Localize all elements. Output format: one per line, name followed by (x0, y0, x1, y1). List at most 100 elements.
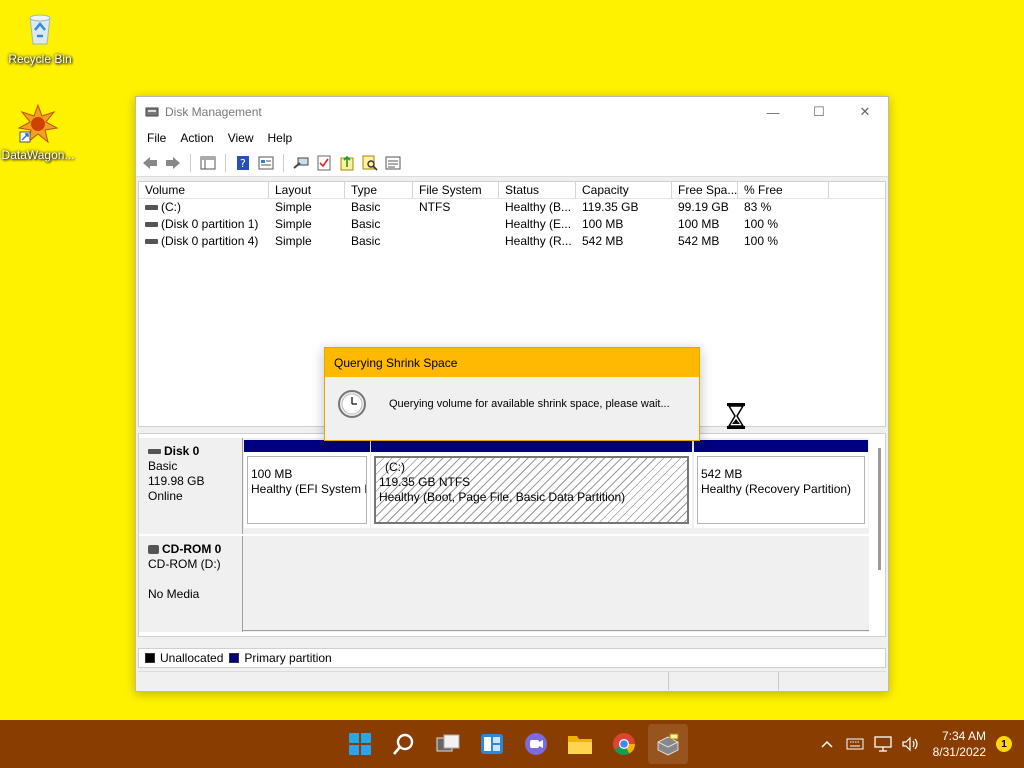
search-icon[interactable] (384, 724, 424, 764)
disk-size (148, 572, 242, 587)
hourglass-cursor-icon (727, 403, 745, 429)
toolbar: ? (136, 149, 888, 177)
system-tray: 7:34 AM 8/31/2022 1 (813, 720, 1024, 768)
toolbar-separator (225, 153, 226, 172)
table-row[interactable]: (Disk 0 partition 4) Simple Basic Health… (139, 233, 885, 250)
legend-swatch-primary (229, 653, 240, 663)
menu-file[interactable]: File (140, 131, 173, 145)
cell-free-space: 100 MB (678, 217, 720, 231)
search-icon[interactable] (360, 153, 380, 173)
disk-map: Disk 0 Basic 119.98 GB Online 100 MB Hea… (138, 433, 886, 637)
cell-capacity: 542 MB (582, 234, 624, 248)
chrome-icon[interactable] (604, 724, 644, 764)
column-header-file-system[interactable]: File System (413, 182, 499, 198)
desktop-icon-label: DataWagon... (1, 148, 75, 162)
dialog-title[interactable]: Querying Shrink Space (325, 348, 699, 377)
cell-free-space: 99.19 GB (678, 200, 729, 214)
disk-map-scrollbar[interactable] (878, 448, 881, 570)
cdrom-0-label[interactable]: CD-ROM 0 CD-ROM (D:) No Media (139, 536, 243, 632)
console-tree-icon[interactable] (198, 153, 218, 173)
keyboard-icon[interactable] (841, 738, 869, 750)
column-header-percent-free[interactable]: % Free (738, 182, 829, 198)
partition-bar (694, 440, 868, 452)
disk-status: No Media (148, 587, 200, 601)
column-header-type[interactable]: Type (345, 182, 413, 198)
cell-type: Basic (351, 217, 381, 231)
partition-bar (244, 440, 370, 452)
table-row[interactable]: (Disk 0 partition 1) Simple Basic Health… (139, 216, 885, 233)
partition-size: 119.35 GB NTFS (379, 475, 471, 489)
cell-capacity: 100 MB (582, 217, 624, 231)
clock-icon (338, 390, 366, 418)
import-icon[interactable] (337, 153, 357, 173)
start-icon[interactable] (340, 724, 380, 764)
disk-size: 119.98 GB (148, 474, 205, 488)
taskbar: 7:34 AM 8/31/2022 1 (0, 720, 1024, 768)
column-header-status[interactable]: Status (499, 182, 576, 198)
drive-icon (145, 205, 158, 211)
column-header-free-space[interactable]: Free Spa... (672, 182, 738, 198)
cell-volume: (Disk 0 partition 1) (161, 217, 259, 231)
disk-management-icon[interactable] (648, 724, 688, 764)
close-button[interactable]: ✕ (842, 97, 888, 127)
status-segment (668, 672, 669, 690)
network-icon[interactable] (869, 736, 897, 752)
clock[interactable]: 7:34 AM 8/31/2022 (925, 728, 996, 760)
cell-file-system (413, 233, 499, 250)
cell-file-system: NTFS (419, 200, 451, 214)
svg-text:?: ? (240, 157, 246, 170)
widgets-icon[interactable] (472, 724, 512, 764)
cell-capacity: 119.35 GB (582, 200, 639, 214)
status-segment (778, 672, 779, 690)
disk-type: Basic (148, 459, 178, 473)
maximize-button[interactable]: ☐ (796, 97, 842, 127)
check-icon[interactable] (314, 153, 334, 173)
cell-percent-free: 100 % (744, 217, 779, 231)
disk-name: CD-ROM 0 (162, 542, 222, 556)
column-header-layout[interactable]: Layout (269, 182, 345, 198)
notification-badge[interactable]: 1 (996, 736, 1012, 752)
partition-recovery[interactable]: 542 MB Healthy (Recovery Partition) (694, 440, 868, 528)
back-icon[interactable] (140, 153, 160, 173)
partition-size: 100 MB (251, 467, 293, 481)
cell-percent-free: 83 % (744, 200, 772, 214)
desktop-icon-recycle-bin[interactable]: Recycle Bin (0, 8, 80, 66)
connect-icon[interactable] (291, 153, 311, 173)
disk-0-label[interactable]: Disk 0 Basic 119.98 GB Online (139, 438, 243, 534)
cell-status: Healthy (R... (505, 234, 572, 248)
table-row[interactable]: (C:) Simple Basic NTFS Healthy (B... 119… (139, 199, 885, 216)
forward-icon[interactable] (163, 153, 183, 173)
menu-view[interactable]: View (221, 131, 261, 145)
help-icon[interactable]: ? (233, 153, 253, 173)
chevron-up-icon[interactable] (813, 740, 841, 748)
menu-help[interactable]: Help (261, 131, 300, 145)
toolbar-separator (190, 153, 191, 172)
properties-icon[interactable] (256, 153, 276, 173)
partition-status: Healthy (Recovery Partition) (701, 482, 852, 496)
divider (243, 630, 869, 631)
title-bar[interactable]: Disk Management — ☐ ✕ (136, 97, 888, 127)
volume-icon[interactable] (897, 736, 925, 752)
window-title: Disk Management (165, 105, 262, 119)
cdrom-0-row (243, 536, 869, 632)
partition-title: (C:) (385, 460, 405, 474)
menu-action[interactable]: Action (173, 131, 220, 145)
cdrom-icon (148, 545, 159, 555)
toolbar-separator (283, 153, 284, 172)
partition-c[interactable]: (C:) 119.35 GB NTFS Healthy (Boot, Page … (371, 440, 692, 528)
desktop-icon-datawagon[interactable]: DataWagon... (0, 104, 78, 162)
partition-size: 542 MB (701, 467, 743, 481)
cell-status: Healthy (B... (505, 200, 572, 214)
datawagon-icon (18, 104, 58, 144)
chat-icon[interactable] (516, 724, 556, 764)
partition-efi[interactable]: 100 MB Healthy (EFI System P (244, 440, 370, 528)
disk-management-app-icon (145, 107, 159, 117)
task-view-icon[interactable] (428, 724, 468, 764)
minimize-button[interactable]: — (750, 97, 796, 127)
disk-name: Disk 0 (164, 444, 200, 458)
list-view-icon[interactable] (383, 153, 403, 173)
column-header-capacity[interactable]: Capacity (576, 182, 672, 198)
column-header-volume[interactable]: Volume (139, 182, 269, 198)
disk-icon (148, 449, 161, 455)
file-explorer-icon[interactable] (560, 724, 600, 764)
